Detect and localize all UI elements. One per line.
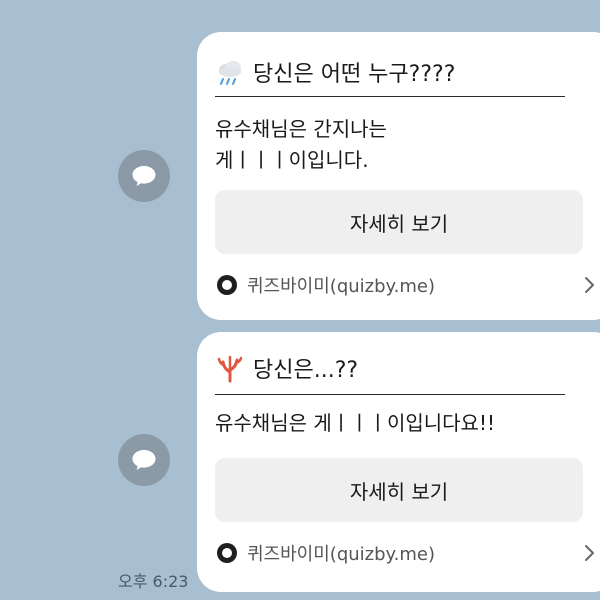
card-description: 유수채님은 간지나는 게ㅣㅣㅣ이입니다.: [215, 114, 387, 176]
chevron-right-icon: [583, 273, 597, 297]
view-details-button[interactable]: 자세히 보기: [215, 190, 583, 254]
view-details-button[interactable]: 자세히 보기: [215, 458, 583, 522]
chevron-right-icon: [583, 541, 597, 565]
quizbyme-logo-icon: [215, 273, 239, 297]
source-label: 퀴즈바이미(quizby.me): [247, 544, 435, 565]
message-timestamp: 오후 6:23: [118, 572, 189, 591]
card-title: 당신은 어떤 누구????: [215, 56, 455, 88]
source-link[interactable]: 퀴즈바이미(quizby.me): [215, 270, 597, 300]
card-description: 유수채님은 게ㅣㅣㅣ이입니다요!!: [215, 408, 495, 439]
title-divider: [215, 96, 565, 97]
message-card[interactable]: 당신은 어떤 누구???? 유수채님은 간지나는 게ㅣㅣㅣ이입니다. 자세히 보…: [197, 32, 600, 320]
title-divider: [215, 394, 565, 395]
description-line: 유수채님은 간지나는: [215, 117, 387, 141]
source-label: 퀴즈바이미(quizby.me): [247, 276, 435, 297]
cloud-rain-icon: [215, 57, 245, 87]
description-line: 게ㅣㅣㅣ이입니다.: [215, 148, 369, 172]
source-link[interactable]: 퀴즈바이미(quizby.me): [215, 538, 597, 568]
coral-icon: [215, 353, 245, 383]
share-icon[interactable]: [118, 150, 170, 202]
card-title-text: 당신은...??: [253, 358, 359, 383]
card-title: 당신은...??: [215, 352, 358, 384]
quizbyme-logo-icon: [215, 541, 239, 565]
description-line: 유수채님은 게ㅣㅣㅣ이입니다요!!: [215, 411, 495, 435]
message-card[interactable]: 당신은...?? 유수채님은 게ㅣㅣㅣ이입니다요!! 자세히 보기 퀴즈바이미(…: [197, 332, 600, 592]
card-title-text: 당신은 어떤 누구????: [253, 62, 456, 87]
share-icon[interactable]: [118, 434, 170, 486]
